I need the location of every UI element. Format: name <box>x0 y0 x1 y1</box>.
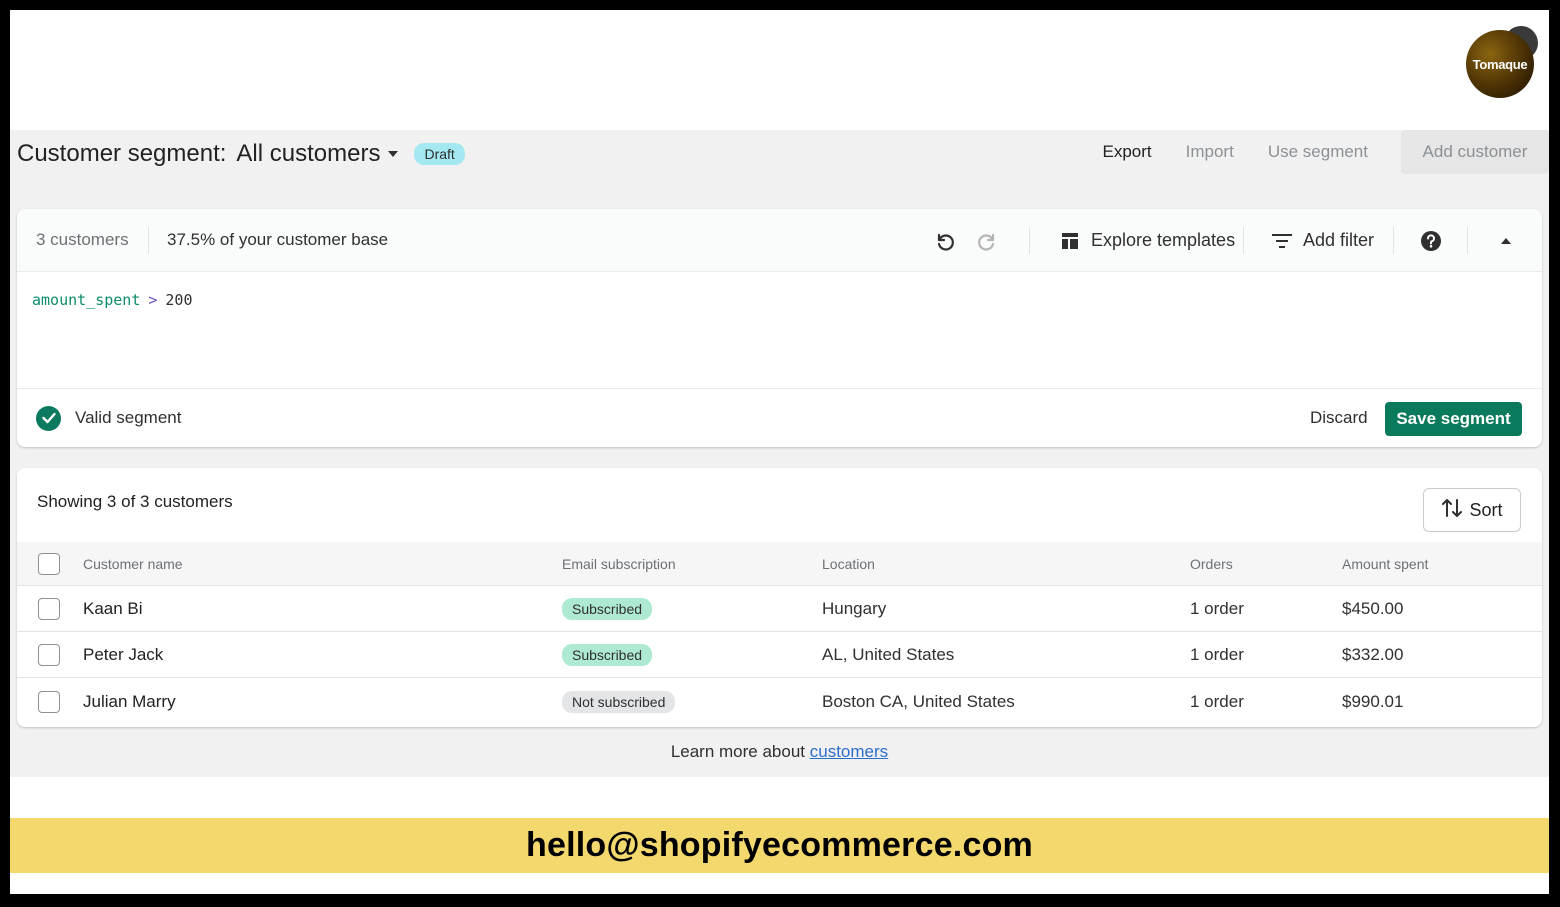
divider <box>1243 227 1244 254</box>
amount-spent-cell: $332.00 <box>1342 645 1404 664</box>
explore-templates-label: Explore templates <box>1091 230 1236 250</box>
orders-cell: 1 order <box>1190 692 1244 711</box>
sort-label: Sort <box>1469 499 1503 520</box>
table-row[interactable]: Kaan Bi Subscribed Hungary 1 order $450.… <box>17 586 1542 632</box>
customers-help-link[interactable]: customers <box>810 742 888 761</box>
row-checkbox[interactable] <box>38 597 60 620</box>
segment-editor: 3 customers 37.5% of your customer base <box>17 209 1542 447</box>
discard-button[interactable]: Discard <box>1310 408 1368 428</box>
column-email-subscription[interactable]: Email subscription <box>562 542 676 586</box>
check-circle-icon <box>36 405 61 431</box>
segment-name: All customers <box>236 140 381 167</box>
orders-cell: 1 order <box>1190 599 1244 618</box>
query-value: 200 <box>165 291 193 309</box>
column-amount-spent[interactable]: Amount spent <box>1342 542 1428 586</box>
query-operator: > <box>148 291 158 309</box>
import-button[interactable]: Import <box>1169 130 1251 174</box>
email-subscription-cell: Subscribed <box>562 632 653 678</box>
subscription-badge: Not subscribed <box>562 691 676 713</box>
caret-down-icon <box>388 151 399 157</box>
subscription-badge: Subscribed <box>562 644 653 666</box>
filter-icon <box>1269 228 1295 254</box>
table-row[interactable]: Peter Jack Subscribed AL, United States … <box>17 632 1542 678</box>
divider <box>1029 227 1030 254</box>
select-all-checkbox[interactable] <box>38 552 60 575</box>
templates-icon <box>1057 228 1083 254</box>
add-customer-button[interactable]: Add customer <box>1401 130 1549 174</box>
subscription-badge: Subscribed <box>562 598 653 620</box>
contact-banner: hello@shopifyecommerce.com <box>10 818 1549 873</box>
orders-cell: 1 order <box>1190 645 1244 664</box>
location-cell: Hungary <box>822 599 887 618</box>
export-button[interactable]: Export <box>1086 130 1169 174</box>
email-subscription-cell: Subscribed <box>562 586 653 632</box>
segment-selector[interactable]: All customers <box>236 140 399 168</box>
location-cell: AL, United States <box>822 645 955 664</box>
learn-more-text: Learn more about <box>670 742 806 761</box>
undo-icon <box>931 228 957 254</box>
page-header: Customer segment: All customers Draft Ex… <box>10 130 1549 198</box>
divider <box>148 227 149 254</box>
column-location[interactable]: Location <box>822 542 875 586</box>
sort-icon <box>1441 498 1463 523</box>
divider <box>1393 227 1394 254</box>
status-badge: Draft <box>414 143 465 165</box>
query-field: amount_spent <box>32 291 141 309</box>
save-segment-button[interactable]: Save segment <box>1385 402 1522 436</box>
help-icon <box>1418 228 1444 254</box>
editor-footer: Valid segment Discard Save segment <box>17 388 1542 447</box>
title-prefix: Customer segment: <box>17 140 227 167</box>
customer-count: 3 customers <box>36 230 129 249</box>
amount-spent-cell: $990.01 <box>1342 692 1404 711</box>
add-filter-label: Add filter <box>1303 230 1375 250</box>
customer-name[interactable]: Julian Marry <box>83 679 176 725</box>
location-cell: Boston CA, United States <box>822 692 1015 711</box>
email-subscription-cell: Not subscribed <box>562 679 676 725</box>
header-actions: Export Import Use segment Add customer <box>1086 130 1549 174</box>
table-header: Customer name Email subscription Locatio… <box>17 542 1542 586</box>
redo-icon <box>975 228 1001 254</box>
customer-list-card: Showing 3 of 3 customers Sort Customer n… <box>17 468 1542 727</box>
table-row[interactable]: Julian Marry Not subscribed Boston CA, U… <box>17 679 1542 725</box>
validation-label: Valid segment <box>75 408 182 427</box>
column-orders[interactable]: Orders <box>1190 542 1233 586</box>
logo-text: Tomaque <box>1472 56 1528 72</box>
customer-base-percent: 37.5% of your customer base <box>167 230 389 249</box>
add-filter-button[interactable]: Add filter <box>1269 209 1374 272</box>
row-checkbox[interactable] <box>38 643 60 666</box>
help-button[interactable] <box>1418 209 1444 272</box>
showing-count: Showing 3 of 3 customers <box>37 492 233 511</box>
customer-name[interactable]: Kaan Bi <box>83 586 143 632</box>
explore-templates-button[interactable]: Explore templates <box>1057 209 1235 272</box>
page-title: Customer segment: All customers Draft <box>17 140 465 168</box>
segment-app: Customer segment: All customers Draft Ex… <box>10 130 1549 777</box>
brand-logo: Tomaque <box>1466 24 1538 98</box>
redo-button[interactable] <box>975 209 1001 272</box>
column-customer-name[interactable]: Customer name <box>83 542 183 586</box>
divider <box>1467 227 1468 254</box>
use-segment-button[interactable]: Use segment <box>1251 130 1385 174</box>
caret-up-icon <box>1493 228 1519 254</box>
screenshot-frame: Tomaque Customer segment: All customers … <box>10 10 1549 894</box>
learn-more: Learn more about customers <box>10 742 1549 762</box>
sort-button[interactable]: Sort <box>1423 488 1521 532</box>
undo-button[interactable] <box>931 209 957 272</box>
logo-badge: Tomaque <box>1466 30 1534 98</box>
row-checkbox[interactable] <box>38 691 60 713</box>
validation-status: Valid segment <box>36 405 182 431</box>
amount-spent-cell: $450.00 <box>1342 599 1404 618</box>
collapse-button[interactable] <box>1493 209 1519 272</box>
contact-email: hello@shopifyecommerce.com <box>526 826 1033 864</box>
editor-toolbar: 3 customers 37.5% of your customer base <box>17 209 1542 272</box>
customer-name[interactable]: Peter Jack <box>83 632 163 678</box>
query-editor[interactable]: amount_spent >200 <box>32 291 193 309</box>
